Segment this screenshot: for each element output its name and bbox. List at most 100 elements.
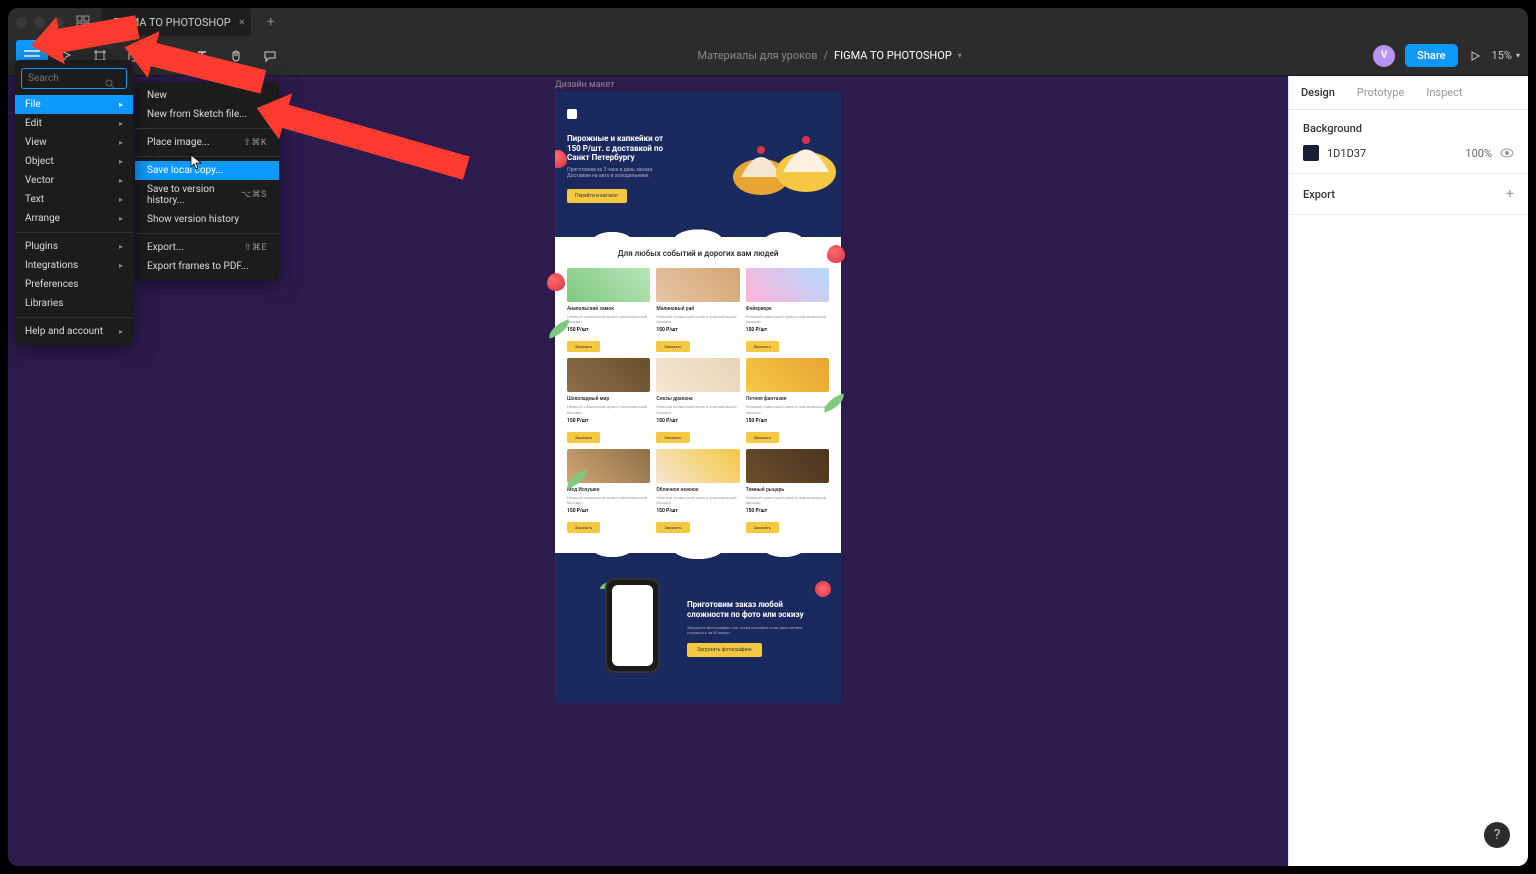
menu-item-file[interactable]: File▸ [15,95,133,114]
chevron-down-icon: ▾ [1516,51,1520,60]
custom-order-section: Приготовим заказ любой сложности по фото… [555,553,841,703]
order-button: Заказать [746,341,779,352]
menu-item-libraries[interactable]: Libraries▸ [15,294,133,313]
phone-image [575,573,675,683]
order-button: Заказать [656,432,689,443]
cursor-icon [190,154,202,170]
order-button: Заказать [567,432,600,443]
product-desc: Нежный сливочный крем и оригинальный бис… [746,495,829,505]
menu-item-arrange[interactable]: Arrange▸ [15,209,133,228]
zoom-value: 15% [1492,49,1512,62]
hero-subtitle: Приготовим за 3 часа в день заказа. Дост… [567,167,677,179]
visibility-toggle[interactable] [1500,146,1514,160]
menu-item-view[interactable]: View▸ [15,133,133,152]
strawberry-icon [547,273,565,291]
product-name: Слезы дракона [656,396,739,402]
present-button[interactable] [1468,49,1482,63]
product-image [567,268,650,302]
order-button: Заказать [567,341,600,352]
product-name: Шоколадный мир [567,396,650,402]
menu-save-version[interactable]: Save to version history...⌥⌘S [135,180,279,210]
product-name: Летняя фантазия [746,396,829,402]
product-desc: Нежный сливочный крем и оригинальный бис… [746,314,829,324]
add-export-button[interactable]: + [1506,186,1514,202]
color-hex-input[interactable]: 1D1D37 [1327,147,1457,160]
breadcrumb-current[interactable]: FIGMA TO PHOTOSHOP [834,49,952,62]
opacity-input[interactable]: 100% [1465,147,1492,160]
close-tab-icon[interactable]: × [239,16,245,29]
product-name: Анапольский замок [567,306,650,312]
product-desc: Нежный сливочный крем и оригинальный бис… [656,314,739,324]
comment-tool[interactable] [254,40,286,72]
titlebar: FIGMA TO PHOTOSHOP × + [8,8,1528,36]
close-dot[interactable] [16,17,27,28]
help-button[interactable]: ? [1484,822,1510,848]
avatar[interactable]: V [1373,45,1395,67]
menu-item-vector[interactable]: Vector▸ [15,171,133,190]
search-icon [105,79,115,89]
design-mockup[interactable]: Пирожные и капкейки от 150 Р/шт. с доста… [555,92,841,703]
menu-item-preferences[interactable]: Preferences▸ [15,275,133,294]
product-image [656,358,739,392]
strawberry-icon [827,245,845,263]
chevron-down-icon[interactable]: ▾ [958,51,962,60]
share-button[interactable]: Share [1405,44,1457,67]
product-name: Облачное нежное [656,487,739,493]
product-price: 150 Р/шт [656,418,739,424]
menu-show-history[interactable]: Show version history [135,210,279,229]
color-swatch[interactable] [1303,145,1319,161]
product-name: Мед Искушен [567,487,650,493]
product-card: Темный рыцарь Нежный сливочный крем и ори… [746,449,829,533]
breadcrumb[interactable]: Материалы для уроков / FIGMA TO PHOTOSHO… [697,49,961,62]
dark-section-subtitle: Загрузите фотографию или эскиз капкейка … [687,625,821,635]
strawberry-icon [815,581,831,597]
product-image [746,358,829,392]
main-menu-dropdown: File▸Edit▸View▸Object▸Vector▸Text▸Arrang… [15,60,133,345]
product-price: 150 Р/шт [656,327,739,333]
properties-panel: Design Prototype Inspect Background 1D1D… [1288,76,1528,866]
menu-export-pdf[interactable]: Export frames to PDF... [135,257,279,276]
product-desc: Нежный сливочный крем и оригинальный бис… [567,314,650,324]
tab-inspect[interactable]: Inspect [1426,76,1470,109]
product-desc: Нежный сливочный крем и оригинальный бис… [746,404,829,414]
catalog-section: Для любых событий и дорогих вам людей Ан… [555,237,841,545]
order-button: Заказать [746,522,779,533]
order-button: Заказать [567,522,600,533]
product-card: Шоколадный мир Нежный сливочный крем и ор… [567,358,650,442]
menu-place-image[interactable]: Place image...⇧⌘K [135,133,279,152]
menu-item-integrations[interactable]: Integrations▸ [15,256,133,275]
menu-item-plugins[interactable]: Plugins▸ [15,237,133,256]
frame-label[interactable]: Дизайн макет [555,80,614,90]
product-desc: Нежный сливочный крем и оригинальный бис… [656,495,739,505]
menu-item-text[interactable]: Text▸ [15,190,133,209]
menu-item-object[interactable]: Object▸ [15,152,133,171]
product-card: Облачное нежное Нежный сливочный крем и о… [656,449,739,533]
product-desc: Нежный сливочный крем и оригинальный бис… [567,404,650,414]
product-price: 150 Р/шт [746,327,829,333]
new-tab-button[interactable]: + [259,10,283,34]
order-button: Заказать [746,432,779,443]
product-price: 150 Р/шт [567,508,650,514]
menu-item-help[interactable]: Help and account▸ [15,322,133,341]
cupcake-image [711,102,841,222]
order-button: Заказать [656,522,689,533]
menu-export[interactable]: Export...⇧⌘E [135,238,279,257]
product-name: Малиновый рай [656,306,739,312]
zoom-control[interactable]: 15% ▾ [1492,49,1520,62]
tab-design[interactable]: Design [1301,76,1343,109]
product-card: ФейерверкНежный сливочный крем и оригина… [746,268,829,352]
product-card: Летняя фантазия Нежный сливочный крем и о… [746,358,829,442]
export-label: Export [1303,188,1335,201]
product-price: 150 Р/шт [746,508,829,514]
menu-save-local[interactable]: Save local copy... [135,161,279,180]
breadcrumb-parent[interactable]: Материалы для уроков [697,49,817,62]
dark-section-title: Приготовим заказ любой сложности по фото… [687,600,821,621]
order-button: Заказать [656,341,689,352]
product-name: Темный рыцарь [746,487,829,493]
menu-item-edit[interactable]: Edit▸ [15,114,133,133]
tab-prototype[interactable]: Prototype [1357,76,1412,109]
product-image [746,449,829,483]
panel-tabs: Design Prototype Inspect [1289,76,1528,110]
product-image [656,268,739,302]
hero-section: Пирожные и капкейки от 150 Р/шт. с доста… [555,92,841,237]
